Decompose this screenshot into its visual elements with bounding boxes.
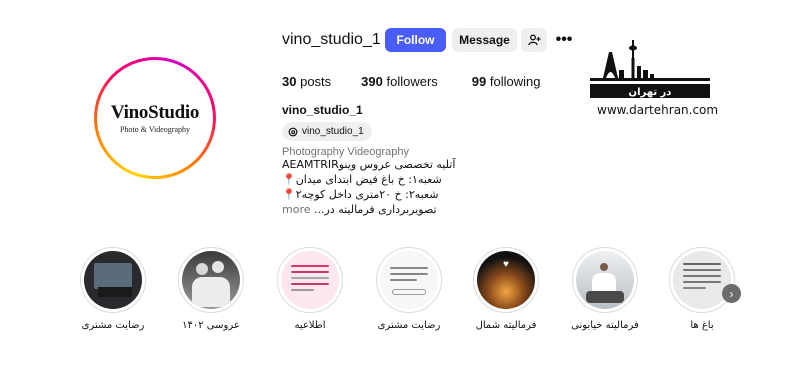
posts-label: posts: [300, 74, 332, 89]
highlight-ring: [376, 247, 442, 313]
following-count: 99: [471, 74, 487, 89]
highlight-ring: [669, 247, 735, 313]
followers-count: 390: [361, 74, 383, 89]
highlight-ring: [178, 247, 244, 313]
story-highlight[interactable]: ♥ فرمالیته شمال: [471, 247, 541, 331]
profile-stats: 30 posts 390 followers 99 following: [282, 74, 570, 89]
suggest-user-button[interactable]: [521, 28, 547, 52]
following-stat[interactable]: 99 following: [472, 74, 541, 89]
highlight-thumbnail: [576, 251, 634, 309]
highlight-ring: [80, 247, 146, 313]
bio-line: تصویربرداری فرمالیته در... more: [282, 202, 455, 217]
highlight-ring: ♥: [473, 247, 539, 313]
logo-text: VinoStudio: [110, 102, 200, 123]
highlight-thumbnail: [182, 251, 240, 309]
highlight-label: رضایت مشتری: [81, 320, 145, 331]
highlight-thumbnail: [673, 251, 731, 309]
posts-count: 30: [282, 74, 297, 89]
highlight-label: رضایت مشتری: [377, 320, 441, 331]
more-icon: •••: [555, 31, 573, 48]
story-highlight[interactable]: رضایت مشتری: [374, 247, 444, 331]
highlight-ring: [277, 247, 343, 313]
posts-stat[interactable]: 30 posts: [282, 74, 331, 89]
highlights-next-button[interactable]: ›: [722, 284, 741, 303]
highlight-label: اطلاعیه: [294, 320, 326, 331]
message-button[interactable]: Message: [452, 28, 517, 52]
follow-button[interactable]: Follow: [385, 28, 446, 52]
story-highlight[interactable]: اطلاعیه: [275, 247, 345, 331]
following-label: following: [489, 74, 541, 89]
story-highlight[interactable]: فرمالیته خیابونی: [570, 247, 640, 331]
highlight-label: باغ ها: [690, 320, 714, 331]
bio-line: آتلیه تخصصی عروس وینوAEAMTRIR: [282, 158, 456, 171]
followers-stat[interactable]: 390 followers: [361, 74, 438, 89]
threads-icon: [288, 127, 298, 136]
chevron-right-icon: ›: [729, 286, 734, 301]
avatar-gap: VinoStudio Photo & Videography: [97, 60, 213, 176]
profile-username: vino_studio_1: [282, 31, 381, 48]
profile-display-name: vino_studio_1: [282, 103, 363, 117]
bio-line-text: تصویربرداری فرمالیته در...: [314, 203, 437, 216]
bio-line: شعبه۲: خ ۲۰متری داخل کوچه۲📍: [282, 188, 439, 201]
logo-wordmark: VinoStudio: [111, 102, 199, 124]
bio-text: آتلیه تخصصی عروس وینوAEAMTRIR شعبه۱: خ ب…: [282, 157, 455, 217]
highlight-ring: [572, 247, 638, 313]
threads-handle: vino_studio_1: [302, 126, 364, 137]
followers-label: followers: [386, 74, 438, 89]
bio-line: شعبه۱: خ باغ فیض ابتدای میدان📍: [282, 173, 442, 186]
threads-badge[interactable]: vino_studio_1: [282, 122, 372, 141]
more-options-button[interactable]: •••: [553, 28, 575, 52]
story-highlight[interactable]: عروسی ۱۴۰۲: [176, 247, 246, 331]
highlight-thumbnail: ♥: [477, 251, 535, 309]
heart-icon: ♥: [503, 259, 509, 270]
logo-subtitle: Photo & Videography: [119, 125, 191, 134]
story-highlight[interactable]: رضایت مشتری: [78, 247, 148, 331]
more-link[interactable]: more: [282, 203, 314, 216]
highlight-thumbnail: [380, 251, 438, 309]
watermark-title: در تهران: [629, 87, 672, 98]
highlight-label: فرمالیته خیابونی: [571, 320, 639, 331]
watermark-url: www.dartehran.com: [597, 103, 719, 117]
avatar-logo: VinoStudio Photo & Videography: [101, 64, 209, 172]
profile-avatar[interactable]: VinoStudio Photo & Videography: [94, 57, 216, 179]
highlight-thumbnail: [84, 251, 142, 309]
add-user-icon: [527, 34, 540, 46]
highlight-label: فرمالیته شمال: [475, 320, 537, 331]
highlight-label: عروسی ۱۴۰۲: [182, 320, 240, 331]
highlight-thumbnail: [281, 251, 339, 309]
